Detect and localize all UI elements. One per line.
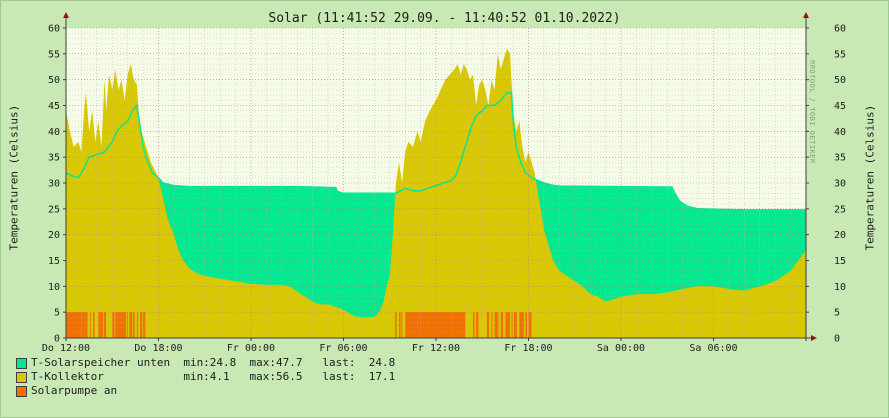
x-tick-label: Sa 00:00: [597, 343, 645, 354]
pump-bar: [473, 312, 475, 338]
y-tick-label-left: 60: [48, 24, 60, 35]
y-tick-label-right: 40: [834, 127, 846, 138]
legend-item: T-Solarspeicher unten min:24.8 max:47.7 …: [16, 356, 395, 370]
x-tick-label: Do 18:00: [134, 343, 182, 354]
x-tick-label: Fr 00:00: [227, 343, 275, 354]
pump-bar: [500, 312, 504, 338]
pump-bar: [92, 312, 95, 338]
y-tick-label-right: 35: [834, 153, 846, 164]
y-tick-label-left: 55: [48, 49, 60, 60]
pump-bar: [513, 312, 517, 338]
pump-bar: [136, 312, 138, 338]
pump-bar: [476, 312, 479, 338]
y-axis-arrow-right: [803, 12, 809, 18]
y-tick-label-left: 35: [48, 153, 60, 164]
pump-bar: [133, 312, 135, 338]
pump-bar: [112, 312, 115, 338]
y-axis-arrow-left: [63, 12, 69, 18]
pump-bar: [129, 312, 133, 338]
y-tick-label-right: 30: [834, 179, 846, 190]
y-tick-label-left: 20: [48, 230, 60, 241]
legend-text: T-Solarspeicher unten min:24.8 max:47.7 …: [31, 356, 396, 369]
y-tick-label-left: 50: [48, 75, 60, 86]
pump-bar: [505, 312, 510, 338]
y-tick-label-right: 55: [834, 49, 846, 60]
pump-bar: [525, 312, 527, 338]
legend: T-Solarspeicher unten min:24.8 max:47.7 …: [16, 356, 395, 398]
pump-bar: [528, 312, 532, 338]
y-tick-label-left: 25: [48, 204, 60, 215]
x-tick-label: Sa 06:00: [689, 343, 737, 354]
pump-bar: [491, 312, 493, 338]
legend-swatch: [16, 385, 27, 397]
legend-item: T-Kollektor min:4.1 max:56.5 last: 17.1: [16, 370, 395, 384]
pump-bar: [511, 312, 513, 338]
y-tick-label-right: 25: [834, 204, 846, 215]
pump-bar: [405, 312, 466, 338]
x-tick-label: Fr 18:00: [504, 343, 552, 354]
x-axis-arrow: [811, 335, 817, 341]
y-tick-label-left: 5: [54, 308, 60, 319]
pump-bar: [399, 312, 401, 338]
y-tick-label-right: 5: [834, 308, 840, 319]
pump-bar: [143, 312, 146, 338]
y-tick-label-left: 30: [48, 179, 60, 190]
pump-bar: [115, 312, 127, 338]
y-tick-label-left: 15: [48, 256, 60, 267]
pump-bar: [66, 312, 88, 338]
y-tick-label-right: 20: [834, 230, 846, 241]
legend-swatch: [16, 357, 27, 369]
pump-bar: [401, 312, 403, 338]
y-tick-label-right: 50: [834, 75, 846, 86]
y-tick-label-left: 10: [48, 282, 60, 293]
legend-text: Solarpumpe an: [31, 384, 118, 397]
y-tick-label-right: 10: [834, 282, 846, 293]
y-tick-label-right: 60: [834, 24, 846, 35]
pump-bar: [519, 312, 524, 338]
y-tick-label-right: 45: [834, 101, 846, 112]
legend-item: Solarpumpe an: [16, 384, 395, 398]
pump-bar: [395, 312, 397, 338]
x-tick-label: Fr 06:00: [319, 343, 367, 354]
y-tick-label-left: 45: [48, 101, 60, 112]
pump-bar: [486, 312, 490, 338]
y-tick-label-right: 0: [834, 334, 840, 345]
y-tick-label-right: 15: [834, 256, 846, 267]
legend-text: T-Kollektor min:4.1 max:56.5 last: 17.1: [31, 370, 396, 383]
x-tick-label: Fr 12:00: [412, 343, 460, 354]
pump-bar: [98, 312, 103, 338]
y-tick-label-left: 40: [48, 127, 60, 138]
pump-bar: [89, 312, 91, 338]
pump-bar: [140, 312, 143, 338]
pump-bar: [103, 312, 107, 338]
x-tick-label: Do 12:00: [42, 343, 90, 354]
legend-swatch: [16, 371, 27, 383]
